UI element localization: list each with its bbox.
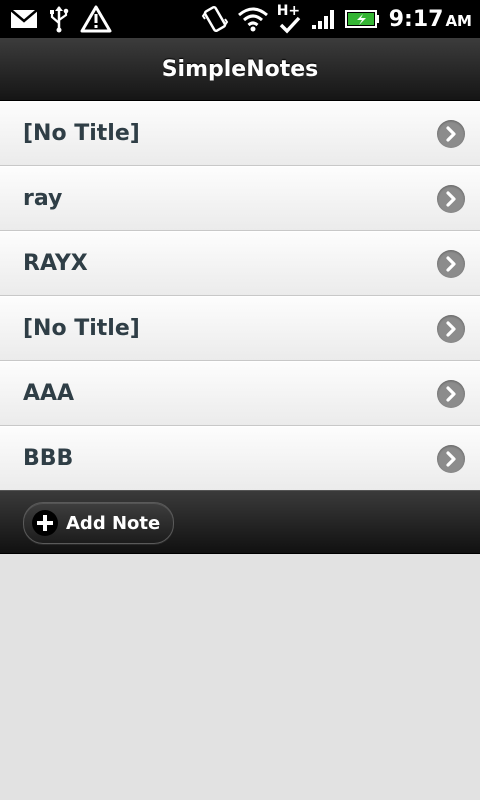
notes-list: [No Title] ray RAYX [No Title] AAA BBB	[0, 101, 480, 491]
add-note-label: Add Note	[66, 512, 161, 534]
chevron-right-icon	[437, 315, 465, 343]
status-bar: H+ 9:17 AM	[0, 0, 480, 38]
list-item[interactable]: BBB	[0, 426, 480, 491]
note-title: RAYX	[23, 251, 88, 276]
chevron-right-icon	[437, 445, 465, 473]
list-item[interactable]: [No Title]	[0, 296, 480, 361]
chevron-right-icon	[437, 185, 465, 213]
battery-charging-icon	[344, 10, 379, 28]
warning-icon	[80, 5, 112, 33]
chevron-right-icon	[437, 380, 465, 408]
note-title: [No Title]	[23, 316, 140, 341]
list-item[interactable]: AAA	[0, 361, 480, 426]
note-title: [No Title]	[23, 121, 140, 146]
list-item[interactable]: [No Title]	[0, 101, 480, 166]
chevron-right-icon	[437, 120, 465, 148]
signal-icon	[311, 10, 334, 29]
list-item[interactable]: ray	[0, 166, 480, 231]
app-header: SimpleNotes	[0, 38, 480, 101]
usb-icon	[50, 6, 69, 33]
network-h-plus-icon: H+	[277, 2, 303, 36]
page-title: SimpleNotes	[161, 56, 319, 82]
notification-icons	[10, 4, 112, 34]
wifi-icon	[237, 7, 268, 32]
note-title: AAA	[23, 381, 75, 406]
system-icons: H+ 9:17 AM	[201, 0, 472, 38]
clock-ampm: AM	[445, 11, 472, 30]
list-item[interactable]: RAYX	[0, 231, 480, 296]
vibrate-icon	[201, 5, 228, 33]
clock-time: 9:17	[388, 6, 444, 32]
footer-toolbar: Add Note	[0, 490, 480, 554]
chevron-right-icon	[437, 250, 465, 278]
clock: 9:17 AM	[389, 7, 472, 32]
note-title: BBB	[23, 446, 74, 471]
add-note-button[interactable]: Add Note	[23, 502, 175, 544]
plus-icon	[32, 510, 58, 536]
mail-icon	[10, 9, 38, 28]
note-title: ray	[23, 186, 63, 211]
